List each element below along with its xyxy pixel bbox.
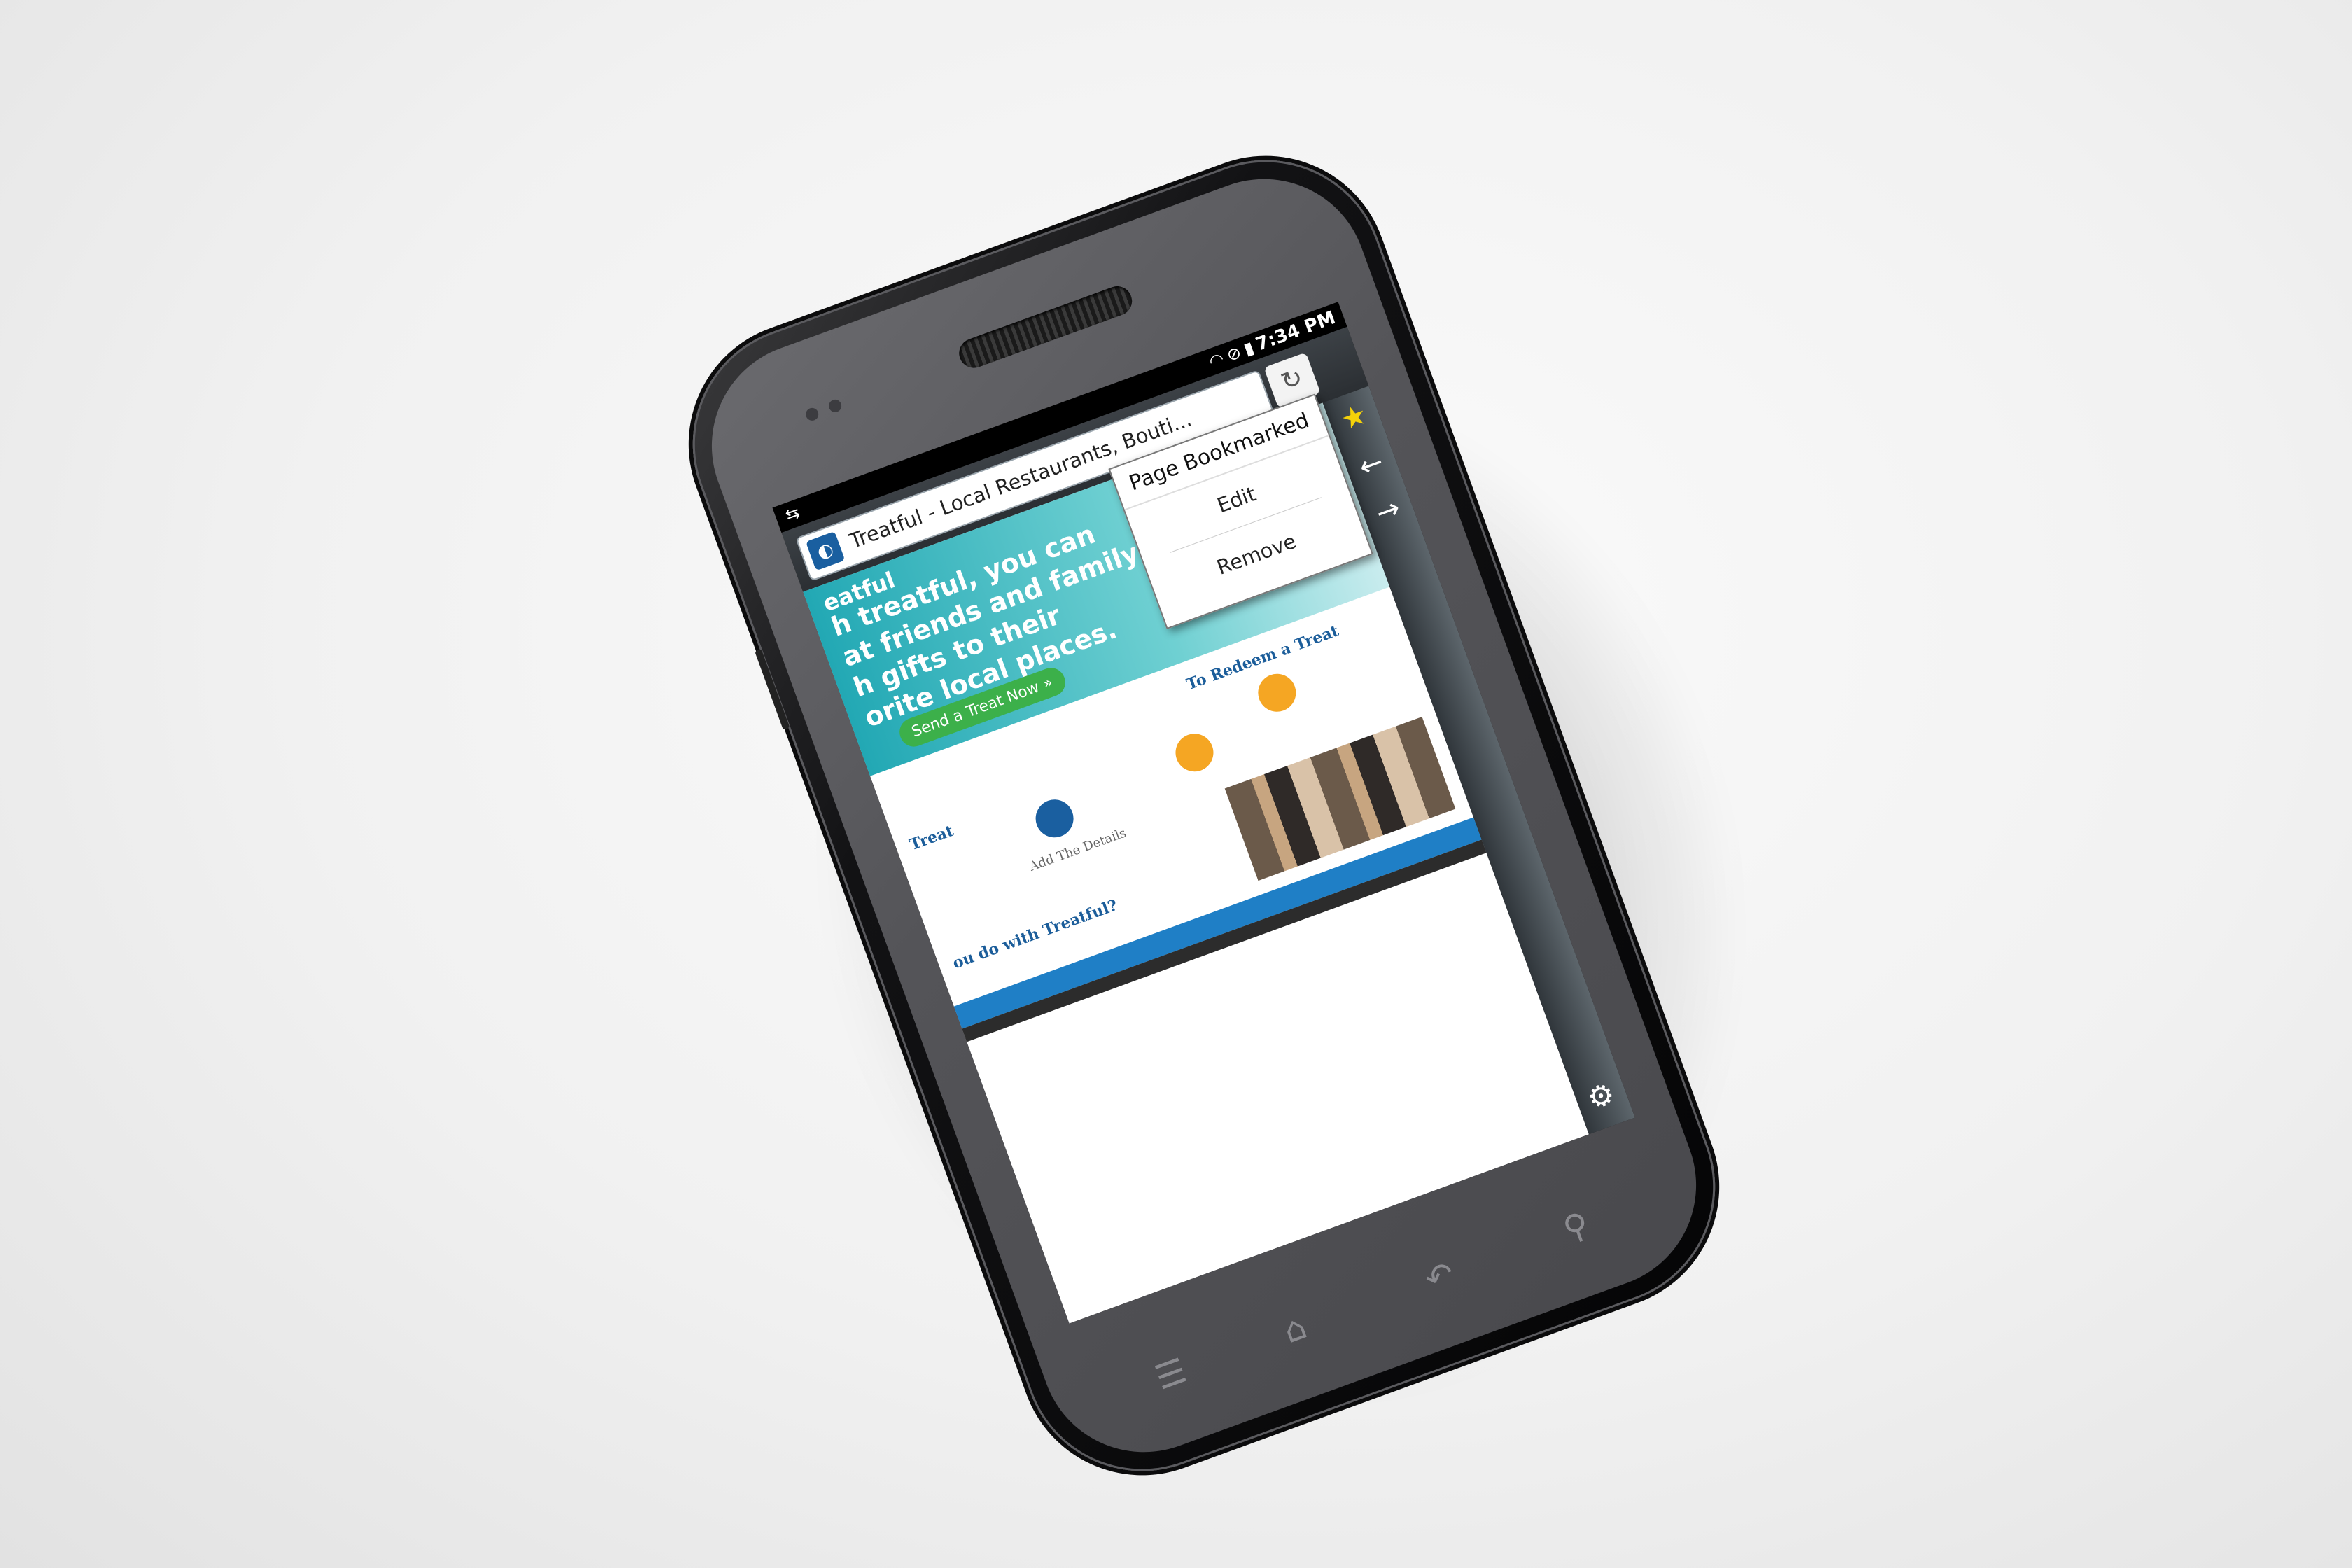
- bookmark-star-button[interactable]: ★: [1330, 393, 1378, 442]
- earpiece-speaker: [955, 282, 1137, 372]
- details-step-icon: [1030, 794, 1079, 843]
- forward-arrow-icon: →: [1371, 491, 1405, 531]
- reload-icon: ↻: [1277, 363, 1308, 398]
- search-key-icon[interactable]: ⚲: [1558, 1204, 1595, 1250]
- home-key-icon[interactable]: ⌂: [1278, 1307, 1312, 1351]
- redeem-step-icon: [1170, 728, 1219, 777]
- treatful-favicon: ◐: [805, 531, 846, 571]
- phone-device: ⇆ ◠⊘▮ 7:34 PM ◐ Treatful - Local Restaur…: [659, 126, 1749, 1505]
- redeem-step-icon: [1252, 668, 1301, 718]
- footer-notice-bar: [953, 817, 1482, 1029]
- forward-button[interactable]: →: [1364, 486, 1412, 535]
- back-button[interactable]: ←: [1347, 440, 1395, 489]
- back-key-icon[interactable]: ↶: [1420, 1253, 1460, 1299]
- menu-key-icon[interactable]: ☰: [1150, 1351, 1192, 1398]
- settings-button[interactable]: ⚙: [1577, 1072, 1625, 1121]
- usb-icon: ⇆: [782, 502, 803, 526]
- back-arrow-icon: ←: [1354, 445, 1388, 484]
- photo-background: ⇆ ◠⊘▮ 7:34 PM ◐ Treatful - Local Restaur…: [0, 0, 2352, 1568]
- star-icon: ★: [1336, 398, 1372, 438]
- gear-icon: ⚙: [1583, 1075, 1620, 1117]
- proximity-sensor: [804, 406, 820, 423]
- light-sensor: [827, 398, 844, 414]
- treat-heading: Treat: [906, 821, 956, 855]
